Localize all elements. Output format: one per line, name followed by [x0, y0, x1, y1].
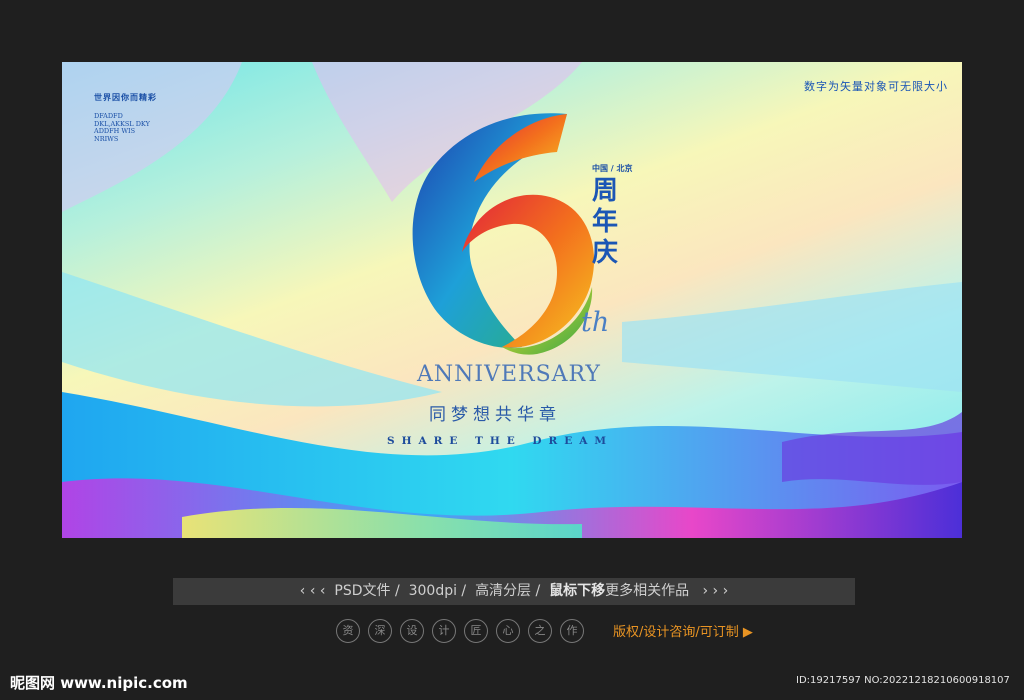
top-left-brand: 世界因你而精彩 DFADFD DKL,AKKSL DKY ADDFH WIS N…: [94, 92, 157, 143]
poster-image: 世界因你而精彩 DFADFD DKL,AKKSL DKY ADDFH WIS N…: [62, 62, 962, 538]
prev-arrows-icon[interactable]: ‹ ‹ ‹: [300, 583, 326, 599]
anniversary-cn-title: 周年庆: [592, 176, 619, 268]
ordinal-suffix: th: [581, 307, 610, 338]
next-arrows-icon[interactable]: › › ›: [703, 583, 729, 599]
brand-slogan: 世界因你而精彩: [94, 92, 157, 102]
nav-bar[interactable]: ‹ ‹ ‹ PSD文件 / 300dpi / 高清分层 / 鼠标下移更多相关作品…: [173, 578, 855, 605]
resolution: 300dpi /: [408, 583, 467, 599]
vector-note: 数字为矢量对象可无限大小: [804, 80, 948, 93]
file-type: PSD文件 /: [334, 583, 400, 599]
badge-char: 设: [400, 619, 424, 643]
badge-char: 之: [528, 619, 552, 643]
badge-row: 资 深 设 计 匠 心 之 作: [336, 619, 584, 643]
site-logo[interactable]: 昵图网 www.nipic.com: [10, 672, 188, 693]
wave-background: [62, 62, 962, 538]
brand-placeholder-text: DFADFD DKL,AKKSL DKY ADDFH WIS NRIWS: [94, 112, 150, 143]
copyright-link[interactable]: 版权/设计咨询/可订制 ▶: [613, 621, 753, 640]
badge-char: 心: [496, 619, 520, 643]
scroll-hint[interactable]: 更多相关作品: [605, 583, 689, 599]
layers-info: 高清分层 /: [475, 583, 541, 599]
tagline-cn: 同梦想共华章: [429, 405, 561, 425]
badge-char: 作: [560, 619, 584, 643]
badge-char: 计: [432, 619, 456, 643]
badge-char: 资: [336, 619, 360, 643]
tagline-en: SHARE THE DREAM: [387, 435, 614, 447]
scroll-hint-bold: 鼠标下移: [549, 583, 606, 599]
image-id: ID:19217597 NO:20221218210600918107: [796, 675, 1010, 686]
badge-char: 深: [368, 619, 392, 643]
city-label: 中国 / 北京: [592, 164, 633, 173]
anniversary-title: ANNIVERSARY: [417, 362, 601, 387]
badge-char: 匠: [464, 619, 488, 643]
